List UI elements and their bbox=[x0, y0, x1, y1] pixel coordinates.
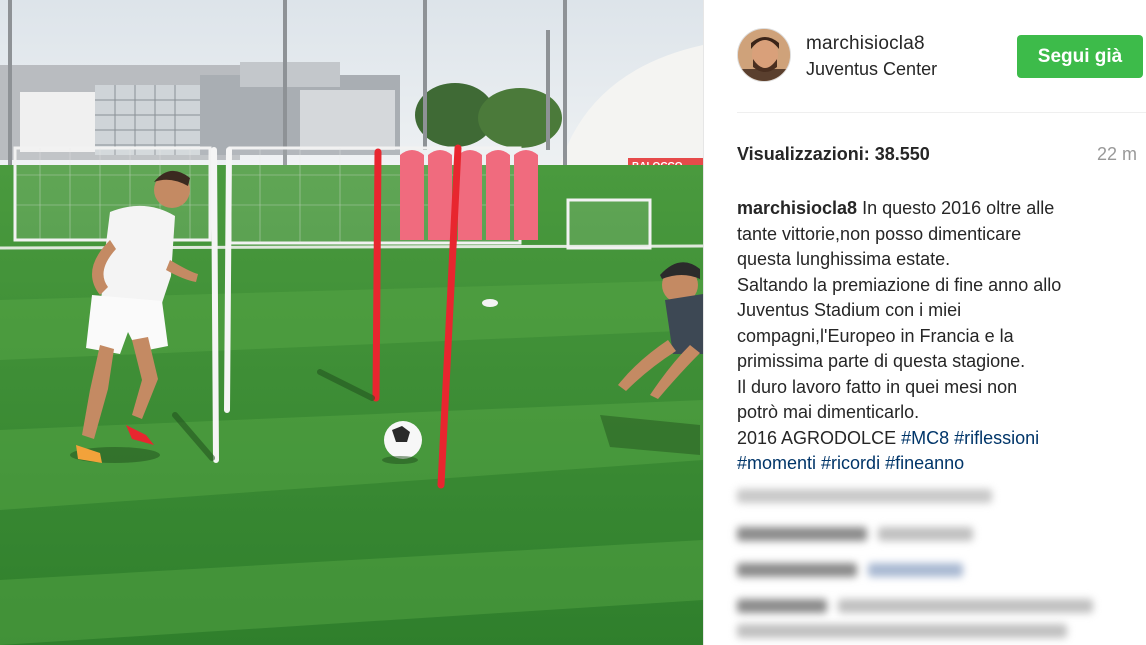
post-time[interactable]: 22 m bbox=[1097, 144, 1137, 165]
blurred-comment bbox=[737, 525, 974, 546]
hashtag-link[interactable]: #riflessioni bbox=[954, 428, 1039, 448]
blurred-comment bbox=[737, 597, 1094, 618]
caption-line: #momenti #ricordi #fineanno bbox=[737, 451, 1137, 477]
caption-line: Juventus Stadium con i miei bbox=[737, 300, 962, 320]
caption-line: primissima parte di questa stagione. bbox=[737, 351, 1026, 371]
hashtag-link[interactable]: #MC8 bbox=[901, 428, 949, 448]
caption-line: compagni,l'Europeo in Francia e la bbox=[737, 325, 1014, 346]
caption-line: potrò mai dimenticarlo. bbox=[737, 402, 920, 422]
blurred-comment bbox=[737, 561, 964, 582]
caption-line: Saltando la premiazione di fine anno all… bbox=[737, 274, 1062, 295]
blurred-comment bbox=[737, 622, 1067, 643]
caption-line: tante vittorie,non posso dimenticare bbox=[737, 223, 1022, 244]
post-location[interactable]: Juventus Center bbox=[806, 59, 937, 80]
hashtag-link[interactable]: #ricordi bbox=[821, 453, 880, 473]
post-video[interactable]: BALOCCO bbox=[0, 0, 703, 645]
views-count: Visualizzazioni: 38.550 bbox=[737, 144, 930, 164]
hashtag-link[interactable]: #momenti bbox=[737, 453, 816, 473]
post-username[interactable]: marchisiocla8 bbox=[806, 33, 925, 55]
caption-author[interactable]: marchisiocla8 bbox=[737, 198, 857, 218]
follow-button[interactable]: Segui già bbox=[1017, 35, 1143, 78]
avatar[interactable] bbox=[737, 28, 791, 82]
caption-line: 2016 AGRODOLCE #MC8 #riflessioni bbox=[737, 427, 1040, 448]
training-scene: BALOCCO bbox=[0, 0, 703, 645]
post-header: marchisiocla8 Juventus Center Segui già bbox=[704, 0, 1146, 112]
profile-photo bbox=[738, 29, 790, 81]
header-divider bbox=[737, 112, 1146, 113]
hashtag-link[interactable]: #fineanno bbox=[885, 453, 964, 473]
caption-line: questa lunghissima estate. bbox=[737, 249, 951, 269]
caption-line: marchisiocla8 In questo 2016 oltre alle bbox=[737, 198, 1055, 218]
caption-line: Il duro lavoro fatto in quei mesi non bbox=[737, 376, 1018, 397]
post-caption: marchisiocla8 In questo 2016 oltre alle … bbox=[737, 196, 1137, 477]
post-sidebar: marchisiocla8 Juventus Center Segui già … bbox=[703, 0, 1146, 645]
blurred-comments-link[interactable] bbox=[737, 487, 992, 508]
